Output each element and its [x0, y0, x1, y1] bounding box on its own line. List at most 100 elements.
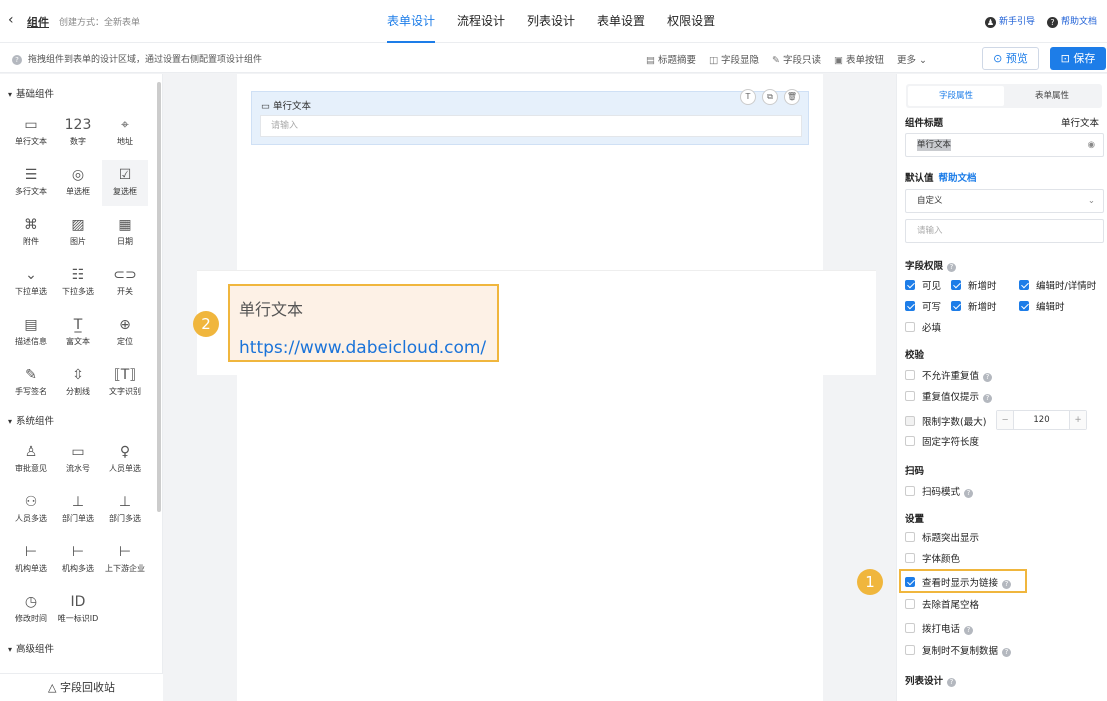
fixed-length-checkbox[interactable]: 固定字符长度 — [905, 434, 979, 448]
delete-icon[interactable]: 🗑 — [784, 89, 800, 105]
eye-icon[interactable]: ◉ — [1088, 134, 1095, 156]
component-item[interactable]: ⊢ 机构多选 — [55, 537, 101, 583]
component-item[interactable]: ⊂⊃ 开关 — [102, 260, 148, 306]
perm-visible[interactable]: 可见 — [905, 278, 941, 292]
dial-phone-checkbox[interactable]: 拨打电话? — [905, 621, 974, 635]
title-summary-icon: ▤ — [646, 55, 655, 66]
component-item[interactable]: ⊢ 上下游企业 — [102, 537, 148, 583]
component-item[interactable]: ✎ 手写签名 — [8, 360, 54, 406]
field-recycle-bin[interactable]: △ 字段回收站 — [0, 673, 163, 701]
component-item[interactable]: ▨ 图片 — [55, 210, 101, 256]
trim-spaces-checkbox[interactable]: 去除首尾空格 — [905, 597, 979, 611]
component-item[interactable]: ⚇ 人员多选 — [8, 487, 54, 533]
checkbox-checked[interactable] — [905, 280, 915, 290]
app-title[interactable]: 组件 — [27, 14, 49, 30]
component-label: 审批意见 — [15, 464, 47, 473]
font-color-checkbox[interactable]: 字体颜色 — [905, 551, 960, 565]
component-item[interactable]: ID 唯一标识ID — [55, 587, 101, 633]
perm-writable-add[interactable]: 新增时 — [951, 299, 997, 313]
help-doc-link[interactable]: ? 帮助文档 — [1046, 14, 1097, 28]
tab-list-design[interactable]: 列表设计 — [516, 0, 586, 43]
tab-form-design[interactable]: 表单设计 — [376, 0, 446, 43]
component-item[interactable]: T̲ 富文本 — [55, 310, 101, 356]
duplicate-hint-checkbox[interactable]: 重复值仅提示? — [905, 389, 993, 403]
checkbox-checked[interactable] — [1019, 301, 1029, 311]
component-item[interactable]: ♀ 人员单选 — [102, 437, 148, 483]
component-item[interactable]: ⌘ 附件 — [8, 210, 54, 256]
tab-permission-settings[interactable]: 权限设置 — [656, 0, 726, 43]
component-item[interactable]: ☑ 复选框 — [102, 160, 148, 206]
char-limit-value[interactable]: 120 — [1014, 411, 1069, 429]
checkbox-checked[interactable] — [905, 301, 915, 311]
chevron-left-icon[interactable]: ‹ — [8, 12, 14, 28]
component-item[interactable]: ☷ 下拉多选 — [55, 260, 101, 306]
component-item[interactable]: ▤ 描述信息 — [8, 310, 54, 356]
title-summary-button[interactable]: ▤ 标题摘要 — [646, 52, 696, 66]
field-readonly-button[interactable]: ✎ 字段只读 — [772, 52, 821, 66]
component-item[interactable]: ◷ 修改时间 — [8, 587, 54, 633]
checkbox-checked[interactable] — [951, 301, 961, 311]
plus-button[interactable]: + — [1069, 411, 1086, 429]
component-icon: ▭ — [24, 117, 38, 133]
tab-form-properties[interactable]: 表单属性 — [1004, 86, 1100, 106]
text-format-icon[interactable]: T — [740, 89, 756, 105]
left-scrollbar[interactable] — [157, 82, 161, 512]
component-item[interactable]: 123 数字 — [55, 110, 101, 156]
no-duplicate-checkbox[interactable]: 不允许重复值? — [905, 368, 993, 382]
component-item[interactable]: ⌖ 地址 — [102, 110, 148, 156]
more-dropdown[interactable]: 更多 ⌄ — [897, 52, 927, 66]
copy-icon[interactable]: ⧉ — [762, 89, 778, 105]
component-item[interactable]: ♙ 审批意见 — [8, 437, 54, 483]
component-icon: ⟦T⟧ — [113, 367, 137, 383]
form-canvas[interactable] — [237, 74, 823, 701]
checkbox-checked[interactable] — [1019, 280, 1029, 290]
tab-form-settings[interactable]: 表单设置 — [586, 0, 656, 43]
minus-button[interactable]: − — [997, 411, 1014, 429]
component-icon: ⊢ — [71, 544, 85, 560]
help-doc-link[interactable]: 帮助文档 — [939, 173, 977, 184]
advanced-components-title[interactable]: 高级组件 — [8, 641, 54, 655]
component-item[interactable]: ⊕ 定位 — [102, 310, 148, 356]
preview-button[interactable]: ⊙ 预览 — [982, 47, 1039, 70]
component-item[interactable]: ⊥ 部门多选 — [102, 487, 148, 533]
limit-chars-checkbox[interactable]: 限制字数(最大) — [905, 414, 986, 428]
component-item[interactable]: ☰ 多行文本 — [8, 160, 54, 206]
scan-mode-checkbox[interactable]: 扫码模式? — [905, 484, 974, 498]
tab-flow-design[interactable]: 流程设计 — [446, 0, 516, 43]
field-input[interactable]: 请输入 — [260, 115, 802, 137]
component-item[interactable]: ▭ 单行文本 — [8, 110, 54, 156]
preview-link[interactable]: https://www.dabeicloud.com/ — [239, 338, 486, 358]
scan-label: 扫码 — [905, 466, 925, 477]
component-item[interactable]: ▭ 流水号 — [55, 437, 101, 483]
tab-field-properties[interactable]: 字段属性 — [908, 86, 1004, 106]
required-checkbox[interactable]: 必填 — [905, 320, 941, 334]
component-item[interactable]: ◎ 单选框 — [55, 160, 101, 206]
perm-visible-add[interactable]: 新增时 — [951, 278, 997, 292]
component-title-input[interactable]: 单行文本 ◉ — [905, 133, 1104, 157]
basic-components-title[interactable]: 基础组件 — [8, 86, 54, 100]
field-visibility-button[interactable]: ◫ 字段显隐 — [709, 52, 759, 66]
component-item[interactable]: ⟦T⟧ 文字识别 — [102, 360, 148, 406]
checkbox-checked[interactable] — [951, 280, 961, 290]
step-badge-2: 2 — [193, 311, 219, 337]
perm-visible-edit[interactable]: 编辑时/详情时 — [1019, 278, 1096, 292]
perm-writable-edit[interactable]: 编辑时 — [1019, 299, 1065, 313]
field-permission-label: 字段权限? — [905, 258, 957, 272]
title-highlight-checkbox[interactable]: 标题突出显示 — [905, 530, 979, 544]
component-item[interactable]: ⊥ 部门单选 — [55, 487, 101, 533]
no-copy-checkbox[interactable]: 复制时不复制数据? — [905, 643, 1012, 657]
component-item[interactable]: ⇳ 分割线 — [55, 360, 101, 406]
design-toolbar: ? 拖拽组件到表单的设计区域，通过设置右侧配置项设计组件 ▤ 标题摘要 ◫ 字段显隐 … — [0, 43, 1107, 73]
perm-writable[interactable]: 可写 — [905, 299, 941, 313]
default-value-input[interactable]: 请输入 — [905, 219, 1104, 243]
default-value-select[interactable]: 自定义 ⌄ — [905, 189, 1104, 213]
component-item[interactable]: ⌄ 下拉单选 — [8, 260, 54, 306]
system-components-title[interactable]: 系统组件 — [8, 413, 54, 427]
single-line-text-field[interactable]: ▭ 单行文本 请输入 T ⧉ 🗑 — [251, 89, 809, 145]
form-buttons-button[interactable]: ▣ 表单按钮 — [834, 52, 884, 66]
component-item[interactable]: ▦ 日期 — [102, 210, 148, 256]
char-limit-stepper[interactable]: − 120 + — [996, 410, 1087, 430]
guide-link[interactable]: ♟ 新手引导 — [984, 14, 1035, 28]
component-item[interactable]: ⊢ 机构单选 — [8, 537, 54, 583]
save-button[interactable]: ⊡ 保存 — [1050, 47, 1106, 70]
